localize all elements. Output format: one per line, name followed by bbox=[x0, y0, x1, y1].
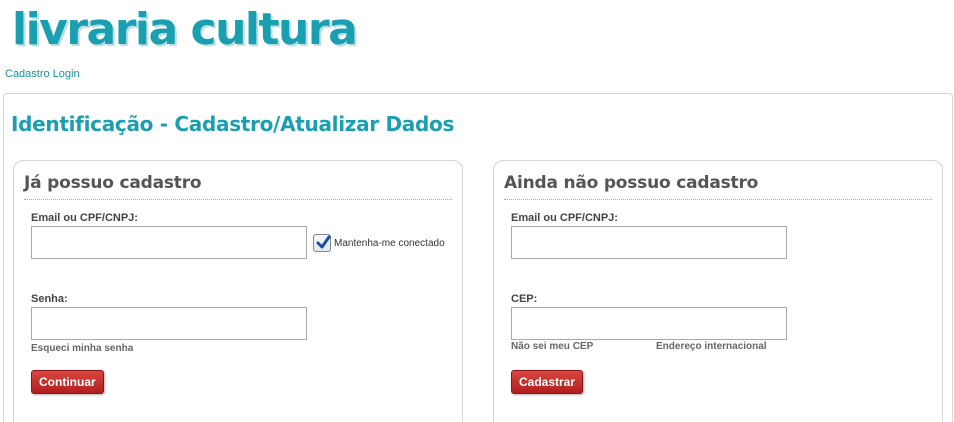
panel-divider bbox=[24, 199, 452, 200]
remember-me-checkbox[interactable] bbox=[313, 234, 331, 252]
cep-input[interactable] bbox=[511, 307, 787, 340]
continue-button[interactable]: Continuar bbox=[31, 370, 104, 394]
password-label: Senha: bbox=[31, 293, 68, 305]
breadcrumb[interactable]: Cadastro Login bbox=[5, 68, 80, 80]
login-email-input[interactable] bbox=[31, 226, 307, 259]
unknown-cep-link[interactable]: Não sei meu CEP bbox=[511, 341, 593, 352]
register-email-label: Email ou CPF/CNPJ: bbox=[511, 212, 618, 224]
register-email-input[interactable] bbox=[511, 226, 787, 259]
site-logo[interactable]: livraria cultura bbox=[12, 4, 358, 56]
login-panel: Já possuo cadastro Email ou CPF/CNPJ: Ma… bbox=[13, 160, 463, 422]
panel-divider bbox=[504, 199, 932, 200]
remember-me-label[interactable]: Mantenha-me conectado bbox=[334, 238, 445, 249]
register-button[interactable]: Cadastrar bbox=[511, 370, 584, 394]
forgot-password-link[interactable]: Esqueci minha senha bbox=[31, 343, 133, 354]
cep-label: CEP: bbox=[511, 293, 538, 305]
page-title: Identificação - Cadastro/Atualizar Dados bbox=[11, 112, 455, 136]
login-email-label: Email ou CPF/CNPJ: bbox=[31, 212, 138, 224]
password-input[interactable] bbox=[31, 307, 307, 340]
register-panel: Ainda não possuo cadastro Email ou CPF/C… bbox=[493, 160, 943, 422]
login-panel-heading: Já possuo cadastro bbox=[24, 173, 202, 193]
register-panel-heading: Ainda não possuo cadastro bbox=[504, 173, 759, 193]
international-address-link[interactable]: Endereço internacional bbox=[656, 341, 767, 352]
checkmark-icon bbox=[316, 235, 331, 249]
